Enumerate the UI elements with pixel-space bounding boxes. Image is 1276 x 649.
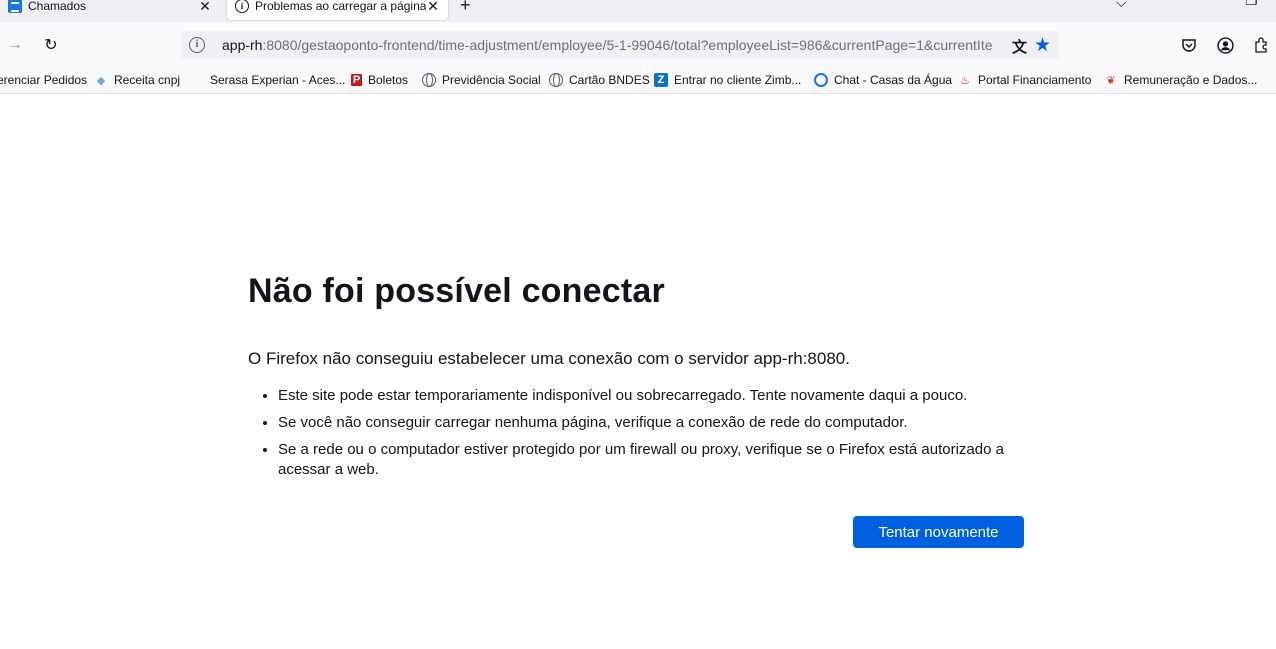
minimize-icon[interactable]: — [1200,0,1214,6]
error-title: Não foi possível conectar [248,272,665,310]
bookmarks-toolbar: erenciar Pedidos ◆ Receita cnpj Serasa E… [0,68,1276,94]
tab-title: Chamados [28,0,87,13]
error-page: Não foi possível conectar O Firefox não … [248,272,1028,478]
error-suggestions: Este site pode estar temporariamente ind… [248,386,1023,487]
bookmark-portal-financiamento[interactable]: ♨ Portal Financiamento [958,72,1091,88]
bookmark-label: Cartão BNDES [569,73,650,87]
close-icon[interactable]: ✕ [426,0,440,15]
extensions-icon[interactable] [1252,36,1270,54]
forward-arrow-icon[interactable]: → [6,36,24,54]
pocket-icon[interactable] [1180,36,1198,54]
bookmark-chat-casas-agua[interactable]: Chat - Casas da Água [814,72,952,88]
bookmark-serasa[interactable]: Serasa Experian - Aces... [190,72,345,88]
try-again-button[interactable]: Tentar novamente [853,516,1024,548]
close-icon[interactable]: ✕ [198,0,212,15]
tab-list-chevron-icon[interactable]: ⌵ [1116,0,1127,11]
bookmark-cartao-bndes[interactable]: Cartão BNDES [549,72,650,88]
bookmark-label: Chat - Casas da Água [834,73,953,87]
reload-icon[interactable]: ↻ [42,36,60,54]
account-icon[interactable] [1216,36,1234,54]
feather-icon: ❦ [1106,74,1116,87]
url-path: :8080/gestaoponto-frontend/time-adjustme… [262,37,993,53]
bookmark-label: Remuneração e Dados... [1124,73,1258,87]
globe-icon [422,73,436,87]
chat-icon [814,73,828,87]
bookmark-label: Previdência Social [442,73,541,87]
globe-icon [549,73,563,87]
bookmark-receita-cnpj[interactable]: ◆ Receita cnpj [94,72,180,88]
navigation-toolbar: → ↻ i app-rh:8080/gestaoponto-frontend/t… [0,22,1276,68]
blank-page-icon [190,73,204,87]
bookmark-label: Portal Financiamento [978,73,1092,87]
tab-strip: Chamados ✕ i Problemas ao carregar a pág… [0,0,1276,22]
tab-problemas[interactable]: i Problemas ao carregar a página ✕ [227,0,448,20]
suggestion-item: Se a rede ou o computador estiver proteg… [278,440,1023,480]
url-host: app-rh [222,37,263,53]
tab-chamados[interactable]: Chamados ✕ [0,0,220,20]
gem-icon: ◆ [96,74,106,87]
bookmark-label: Receita cnpj [114,73,181,87]
bookmark-remuneracao[interactable]: ❦ Remuneração e Dados... [1104,72,1257,88]
site-info-icon[interactable]: i [189,37,205,53]
info-icon: i [235,0,249,13]
santander-flame-icon: ♨ [960,74,970,87]
bookmark-previdencia[interactable]: Previdência Social [422,72,541,88]
bookmark-star-icon[interactable]: ★ [1034,34,1051,57]
bookmark-gerenciar-pedidos[interactable]: erenciar Pedidos [0,72,87,88]
new-tab-icon[interactable]: + [460,0,471,16]
suggestion-item: Se você não conseguir carregar nenhuma p… [278,413,1023,433]
bookmark-label: Entrar no cliente Zimb... [674,73,802,87]
bookmark-label: erenciar Pedidos [0,73,88,87]
address-bar[interactable]: i app-rh:8080/gestaoponto-frontend/time-… [181,31,1059,59]
bookmark-zimbra[interactable]: Z Entrar no cliente Zimb... [654,72,801,88]
bookmark-boletos[interactable]: P Boletos [351,72,408,88]
translate-icon[interactable]: 文 [1012,36,1027,57]
tab-title: Problemas ao carregar a página [255,0,426,13]
bookmark-label: Serasa Experian - Aces... [210,73,346,87]
error-lead: O Firefox não conseguiu estabelecer uma … [248,349,850,368]
document-icon [8,0,22,13]
restore-icon[interactable]: ❐ [1245,0,1258,9]
suggestion-item: Este site pode estar temporariamente ind… [278,386,1023,406]
zimbra-icon: Z [654,73,668,87]
bookmark-label: Boletos [368,73,409,87]
pdf-icon: P [351,74,362,86]
url-text[interactable]: app-rh:8080/gestaoponto-frontend/time-ad… [222,37,1007,53]
